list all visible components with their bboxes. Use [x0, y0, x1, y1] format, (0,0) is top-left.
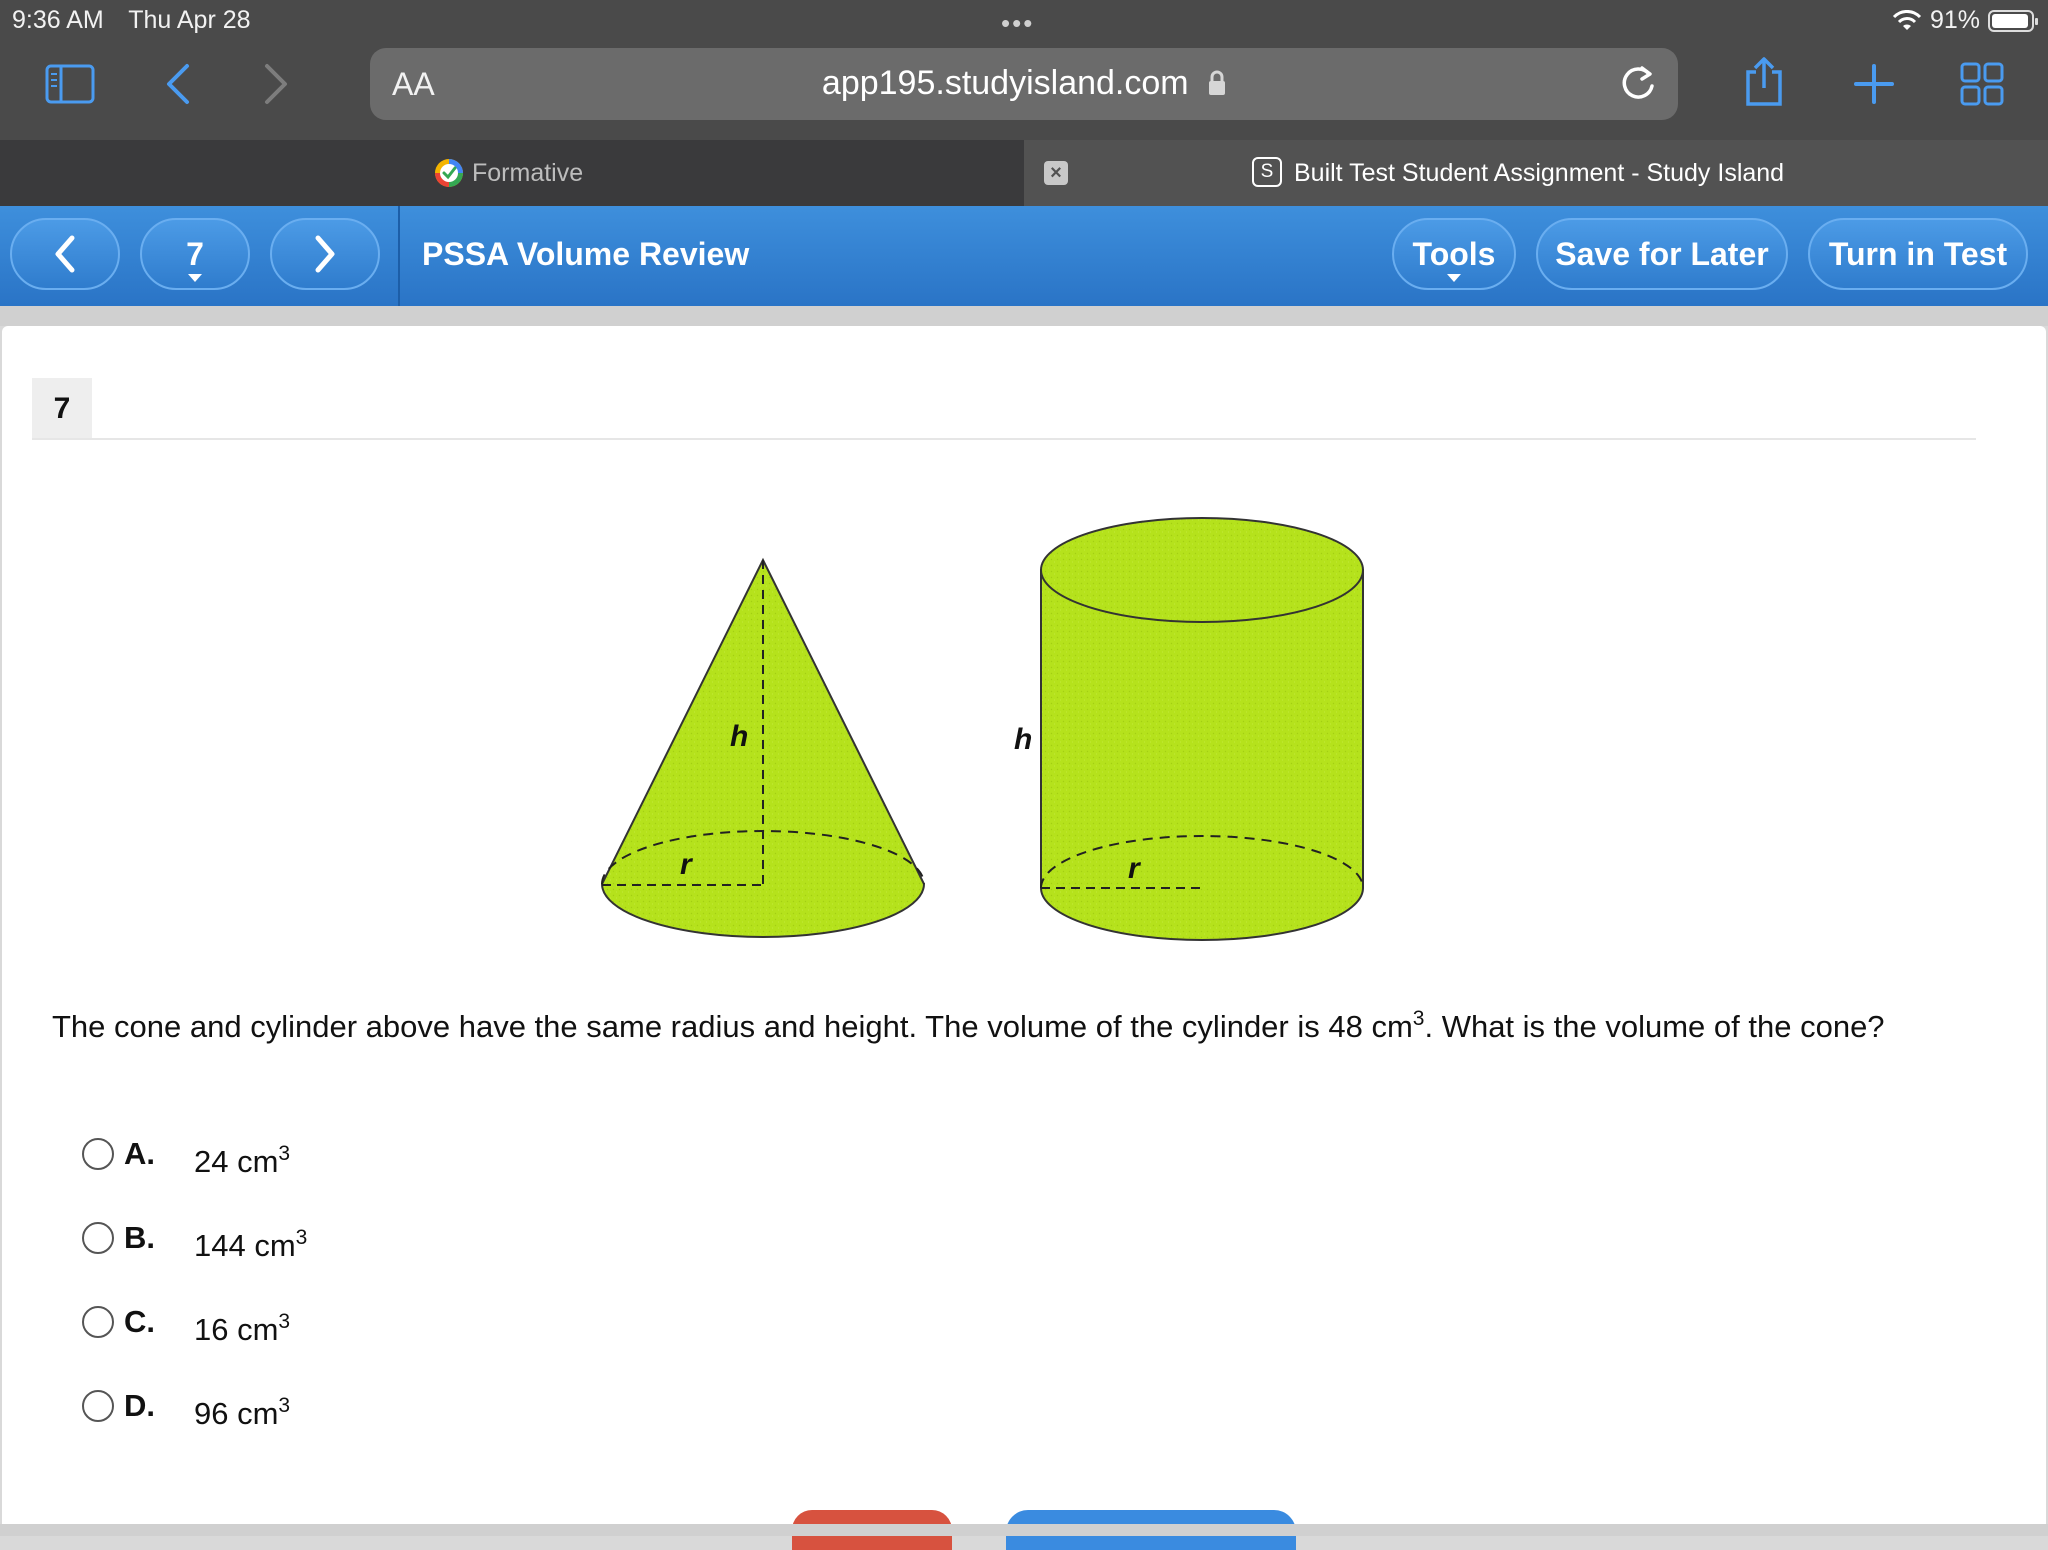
lock-icon: [1209, 70, 1226, 95]
tab-bar: Formative × S Built Test Student Assignm…: [0, 140, 2048, 206]
answer-letter: C.: [124, 1304, 155, 1339]
radio-button[interactable]: [82, 1222, 114, 1254]
tab-label: Formative: [472, 159, 584, 187]
turn-in-label: Turn in Test: [1828, 235, 2008, 272]
formative-favicon-icon: [435, 159, 463, 187]
prompt-text-after: . What is the volume of the cone?: [1424, 1009, 1885, 1044]
answer-superscript: 3: [278, 1142, 291, 1165]
answer-letter: B.: [124, 1220, 155, 1255]
study-island-favicon-icon: S: [1252, 157, 1282, 187]
new-tab-icon[interactable]: [1846, 58, 1902, 110]
status-bar-left: 9:36 AM Thu Apr 28: [12, 6, 269, 35]
status-bar-right: 91%: [1892, 6, 2038, 35]
question-number: 7: [32, 378, 92, 440]
tools-button[interactable]: Tools: [1392, 218, 1516, 290]
reload-icon[interactable]: [1618, 62, 1658, 109]
forward-icon[interactable]: [248, 58, 304, 110]
test-header: 7 PSSA Volume Review Tools Save for Late…: [0, 206, 2048, 306]
turn-in-test-button[interactable]: Turn in Test: [1808, 218, 2028, 290]
status-date: Thu Apr 28: [128, 6, 251, 34]
cylinder-shape: h r: [1014, 517, 1364, 941]
tools-label: Tools: [1412, 235, 1496, 272]
next-question-button[interactable]: [270, 218, 380, 290]
battery-icon: [1988, 9, 2038, 32]
answer-text: 144 cm3: [194, 1226, 308, 1264]
back-icon[interactable]: [150, 58, 206, 110]
answer-value: 96 cm: [194, 1396, 279, 1431]
tab-formative[interactable]: Formative: [0, 140, 1024, 206]
tab-overview-icon[interactable]: [1954, 58, 2010, 110]
share-icon[interactable]: [1736, 56, 1792, 108]
status-time: 9:36 AM: [12, 6, 104, 34]
answer-superscript: 3: [295, 1226, 308, 1249]
answer-text: 16 cm3: [194, 1310, 291, 1348]
question-selector-dropdown[interactable]: 7: [140, 218, 250, 290]
question-selector-value: 7: [186, 235, 204, 272]
chevron-left-icon: [55, 235, 75, 273]
answer-letter: A.: [124, 1136, 155, 1171]
previous-question-button[interactable]: [10, 218, 120, 290]
battery-percent: 91%: [1929, 6, 1980, 34]
question-navigation: 7: [0, 206, 400, 306]
answer-value: 16 cm: [194, 1312, 279, 1347]
save-label: Save for Later: [1555, 235, 1769, 272]
answer-letter: D.: [124, 1388, 155, 1423]
address-bar-url: app195.studyisland.com: [370, 64, 1678, 103]
caret-down-icon: [188, 274, 202, 282]
radio-button[interactable]: [82, 1306, 114, 1338]
close-tab-icon[interactable]: ×: [1044, 161, 1068, 185]
url-text: app195.studyisland.com: [821, 64, 1189, 102]
prompt-superscript: 3: [1412, 1007, 1425, 1030]
cone-shape: h r: [600, 557, 926, 938]
tab-study-island[interactable]: × S Built Test Student Assignment - Stud…: [1024, 140, 2048, 206]
question-divider: [32, 438, 1976, 440]
address-bar[interactable]: AA app195.studyisland.com: [370, 48, 1678, 120]
cone-and-cylinder-figure: h r h r: [600, 517, 1364, 941]
answer-text: 24 cm3: [194, 1142, 291, 1180]
cone-height-label: h: [730, 720, 748, 753]
prompt-text-before: The cone and cylinder above have the sam…: [52, 1009, 1413, 1044]
tab-label: Built Test Student Assignment - Study Is…: [1294, 159, 1785, 187]
chevron-right-icon: [315, 235, 335, 273]
cylinder-height-label: h: [1014, 723, 1032, 756]
wifi-icon: [1892, 9, 1922, 30]
save-for-later-button[interactable]: Save for Later: [1536, 218, 1788, 290]
page-bottom-strip: [0, 1524, 2048, 1536]
question-card: 7 h r h r The cone and cylinder above ha…: [2, 326, 2046, 1526]
answer-value: 24 cm: [194, 1144, 279, 1179]
sidebar-icon[interactable]: [42, 58, 98, 110]
multitasking-dots-icon[interactable]: •••: [1001, 8, 1034, 39]
answer-text: 96 cm3: [194, 1394, 291, 1432]
radio-button[interactable]: [82, 1390, 114, 1422]
radio-button[interactable]: [82, 1138, 114, 1170]
page-title: PSSA Volume Review: [422, 236, 750, 272]
answer-value: 144 cm: [194, 1228, 296, 1263]
browser-chrome: 9:36 AM Thu Apr 28 ••• 91% AA app195.stu…: [0, 0, 2048, 140]
answer-superscript: 3: [278, 1394, 291, 1417]
answer-superscript: 3: [278, 1310, 291, 1333]
question-prompt: The cone and cylinder above have the sam…: [52, 1006, 1952, 1048]
header-divider: [0, 306, 2048, 326]
caret-down-icon: [1447, 274, 1461, 282]
